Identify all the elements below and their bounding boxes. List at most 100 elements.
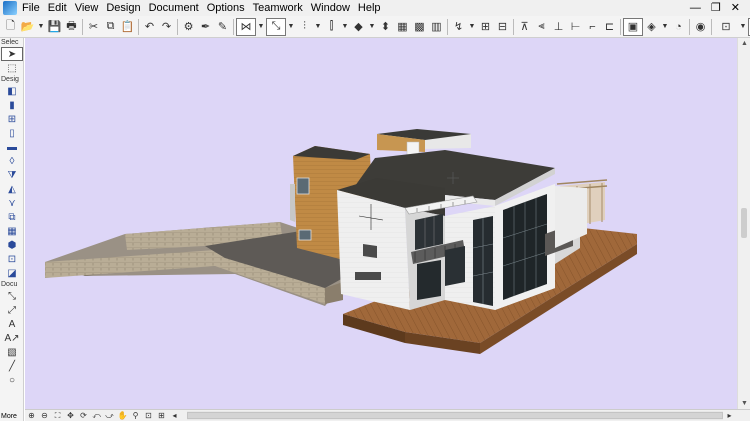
elevation-icon[interactable]: ⊼	[516, 18, 533, 36]
render-icon[interactable]: ◔	[670, 18, 687, 36]
skylight-tool[interactable]: ⋎	[1, 196, 23, 210]
gravity-icon[interactable]: ⤡	[266, 17, 286, 36]
distribute-dropdown-icon[interactable]: ▼	[340, 18, 350, 36]
redo-icon[interactable]: ↷	[158, 18, 175, 36]
scroll-up-arrow-icon[interactable]: ▲	[741, 40, 748, 47]
distribute-icon[interactable]: ⫿	[323, 18, 340, 36]
vertical-scroll-thumb[interactable]	[741, 208, 747, 238]
zoom-dropdown-icon[interactable]: ◂	[168, 411, 181, 421]
toolbox-more-label[interactable]: More	[1, 413, 17, 420]
3d-window-viewport[interactable]	[25, 38, 737, 409]
show-hide-dropdown-icon[interactable]: ▼	[738, 18, 748, 36]
zoom-window-icon[interactable]: ⊡	[142, 411, 155, 421]
zoom-in-icon[interactable]: ⊕	[25, 411, 38, 421]
horizontal-scroll-thumb[interactable]	[187, 412, 723, 419]
column-tool[interactable]: ▯	[1, 126, 23, 140]
wall-tool[interactable]: ◧	[1, 84, 23, 98]
menu-view[interactable]: View	[71, 0, 103, 16]
open-folder-icon[interactable]: 📂	[19, 18, 36, 36]
bring-front-icon[interactable]: ⊟	[494, 18, 511, 36]
print-icon[interactable]: 🖶	[63, 18, 80, 36]
gravity-dropdown-icon[interactable]: ▼	[286, 18, 296, 36]
window-tool[interactable]: ⊞	[1, 112, 23, 126]
level-dimension-tool[interactable]: ⤢	[1, 303, 23, 317]
stair-tool[interactable]: ⊡	[1, 252, 23, 266]
3d-view-dropdown-icon[interactable]: ▼	[660, 18, 670, 36]
orbit-icon[interactable]: ⟳	[77, 411, 90, 421]
fillet-icon[interactable]: ⌐	[584, 18, 601, 36]
menu-help[interactable]: Help	[354, 0, 385, 16]
marquee-tool[interactable]: ⬚	[1, 61, 23, 75]
slab-tool[interactable]: ◊	[1, 154, 23, 168]
group-icon[interactable]: ▦	[394, 18, 411, 36]
eyedropper-icon[interactable]: ✒	[197, 18, 214, 36]
3d-view-icon[interactable]: ◈	[643, 18, 660, 36]
minimize-button[interactable]: —	[690, 0, 701, 16]
copy-icon[interactable]: ⧉	[102, 18, 119, 36]
text-tool[interactable]: A	[1, 317, 23, 331]
previous-zoom-icon[interactable]: ⤺	[90, 411, 103, 421]
zoom-area-icon[interactable]: ⊞	[155, 411, 168, 421]
circle-tool[interactable]: ○	[1, 373, 23, 387]
layer-combination-icon[interactable]: ◆	[350, 18, 367, 36]
align-icon[interactable]: ⫶	[296, 18, 313, 36]
menu-window[interactable]: Window	[307, 0, 354, 16]
zoom-out-icon[interactable]: ⊖	[38, 411, 51, 421]
syringe-icon[interactable]: ✎	[214, 18, 231, 36]
menu-document[interactable]: Document	[145, 0, 203, 16]
offset-icon[interactable]: ⊏	[601, 18, 618, 36]
pan-icon[interactable]: ✥	[64, 411, 77, 421]
zone-tool[interactable]: ◪	[1, 266, 23, 280]
cut-icon[interactable]: ✂	[85, 18, 102, 36]
split-icon[interactable]: ⫷	[533, 18, 550, 36]
menu-teamwork[interactable]: Teamwork	[249, 0, 307, 16]
ungroup-icon[interactable]: ▩	[411, 18, 428, 36]
intersect-icon[interactable]: ⊢	[567, 18, 584, 36]
show-hide-icon[interactable]: ⊡	[714, 18, 738, 36]
menu-design[interactable]: Design	[102, 0, 144, 16]
shell-tool[interactable]: ◭	[1, 182, 23, 196]
explore-icon[interactable]: ✋	[116, 411, 129, 421]
menu-options[interactable]: Options	[203, 0, 249, 16]
fill-tool[interactable]: ▧	[1, 345, 23, 359]
layer-dropdown-icon[interactable]: ▼	[367, 18, 377, 36]
menu-edit[interactable]: Edit	[44, 0, 71, 16]
open-dropdown-icon[interactable]: ▼	[36, 18, 46, 36]
line-tool[interactable]: ╱	[1, 359, 23, 373]
undo-icon[interactable]: ↶	[141, 18, 158, 36]
paste-icon[interactable]: 📋	[119, 18, 136, 36]
arrow-select-tool[interactable]: ➤	[1, 47, 23, 61]
vertical-scrollbar[interactable]: ▲ ▼	[737, 38, 750, 409]
teamwork-icon[interactable]: ◉	[692, 18, 709, 36]
align-dropdown-icon[interactable]: ▼	[313, 18, 323, 36]
new-file-icon[interactable]: 🗋	[2, 18, 19, 36]
bring-forward-icon[interactable]: ⊞	[477, 18, 494, 36]
curtain-wall-tool[interactable]: ⧉	[1, 210, 23, 224]
adjust-icon[interactable]: ⊥	[550, 18, 567, 36]
restore-button[interactable]: ❐	[711, 0, 721, 16]
menu-file[interactable]: File	[18, 0, 44, 16]
save-icon[interactable]: 💾	[46, 18, 63, 36]
scroll-down-arrow-icon[interactable]: ▼	[741, 400, 748, 407]
walk-icon[interactable]: ⚲	[129, 411, 142, 421]
trace-reference-icon[interactable]: ↯	[450, 18, 467, 36]
close-button[interactable]: ✕	[731, 0, 740, 16]
horizontal-scrollbar[interactable]	[187, 411, 723, 420]
suspend-groups-icon[interactable]: ⋈	[236, 17, 256, 36]
beam-tool[interactable]: ▬	[1, 140, 23, 154]
archicad-app-icon[interactable]	[3, 1, 17, 15]
door-tool[interactable]: ▮	[1, 98, 23, 112]
scroll-right-arrow-icon[interactable]: ▸	[723, 411, 736, 421]
next-zoom-icon[interactable]: ⤻	[103, 411, 116, 421]
display-order-icon[interactable]: ⬍	[377, 18, 394, 36]
floor-plan-view-icon[interactable]: ▣	[623, 17, 643, 36]
groups-dropdown-icon[interactable]: ▼	[256, 18, 266, 36]
dimension-tool[interactable]: ⤡	[1, 289, 23, 303]
label-tool[interactable]: A↗	[1, 331, 23, 345]
lock-icon[interactable]: ▥	[428, 18, 445, 36]
mesh-tool[interactable]: ▦	[1, 224, 23, 238]
roof-tool[interactable]: ⧩	[1, 168, 23, 182]
trace-dropdown-icon[interactable]: ▼	[467, 18, 477, 36]
fit-in-window-icon[interactable]: ⛶	[51, 411, 64, 421]
inject-parameters-icon[interactable]: ⚙	[180, 18, 197, 36]
